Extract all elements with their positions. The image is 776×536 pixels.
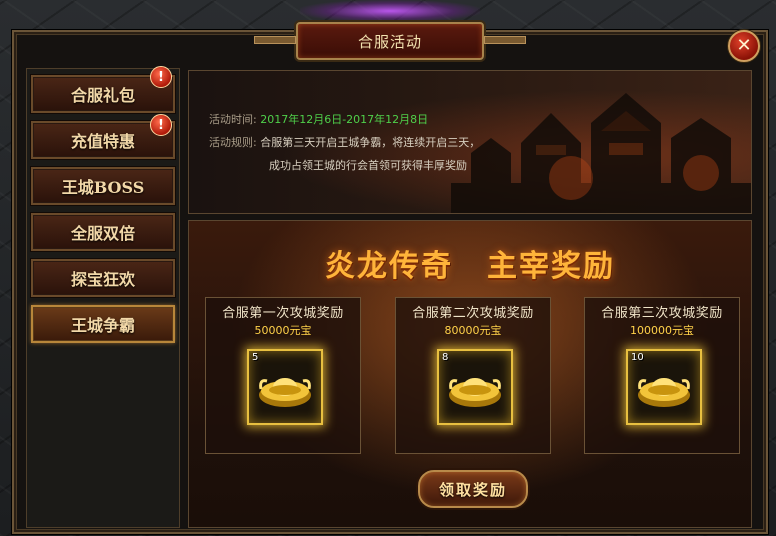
item-count: 10 bbox=[631, 352, 644, 363]
reward-card: 合服第二次攻城奖励 80000元宝 8 bbox=[395, 297, 551, 454]
event-rule-row: 活动规则: 合服第三天开启王城争霸，将连续开启三天， bbox=[209, 134, 480, 150]
reward-banner-title: 炎龙传奇 主宰奖励 bbox=[189, 241, 751, 285]
event-rule-line1: 合服第三天开启王城争霸，将连续开启三天， bbox=[260, 136, 481, 149]
claim-reward-label: 领取奖励 bbox=[438, 480, 507, 499]
reward-card: 合服第三次攻城奖励 100000元宝 10 bbox=[584, 297, 740, 454]
sidebar-item-label: 合服礼包 bbox=[70, 86, 135, 105]
reward-card-amount: 50000元宝 bbox=[254, 324, 312, 337]
sidebar-item-server-double[interactable]: 全服双倍 bbox=[31, 213, 175, 251]
close-button[interactable]: ✕ bbox=[728, 30, 760, 62]
reward-card-title: 合服第三次攻城奖励 bbox=[601, 306, 723, 321]
gold-ingot-icon bbox=[259, 378, 311, 407]
event-time-value: 2017年12月6日-2017年12月8日 bbox=[260, 113, 429, 126]
alert-badge-icon: ! bbox=[150, 66, 172, 88]
reward-card-title: 合服第一次攻城奖励 bbox=[222, 306, 344, 321]
item-count: 5 bbox=[252, 352, 259, 363]
event-rule-label: 活动规则: bbox=[209, 136, 257, 149]
sidebar-item-label: 充值特惠 bbox=[70, 132, 135, 151]
sidebar: 合服礼包 充值特惠 王城BOSS 全服双倍 探宝狂欢 王城争霸 bbox=[26, 68, 180, 528]
gold-ingot-icon bbox=[638, 378, 690, 407]
event-info-panel: 活动时间: 2017年12月6日-2017年12月8日 活动规则: 合服第三天开… bbox=[188, 70, 752, 214]
reward-card-amount: 100000元宝 bbox=[630, 324, 694, 337]
sidebar-item-city-boss[interactable]: 王城BOSS bbox=[31, 167, 175, 205]
sidebar-item-label: 王城争霸 bbox=[70, 316, 135, 335]
reward-title-part1: 炎龙传奇 bbox=[325, 249, 453, 284]
close-icon: ✕ bbox=[736, 35, 752, 56]
reward-item-slot[interactable]: 5 bbox=[247, 349, 323, 425]
event-time-row: 活动时间: 2017年12月6日-2017年12月8日 bbox=[209, 111, 428, 127]
gold-ingot-icon bbox=[449, 378, 501, 407]
window-title: 合服活动 bbox=[357, 32, 422, 51]
reward-item-slot[interactable]: 10 bbox=[626, 349, 702, 425]
sidebar-item-label: 王城BOSS bbox=[61, 178, 145, 197]
reward-panel: 炎龙传奇 主宰奖励 合服第一次攻城奖励 50000元宝 5 合服第二次攻城奖励 8… bbox=[188, 220, 752, 528]
event-time-label: 活动时间: bbox=[209, 113, 257, 126]
alert-badge-icon: ! bbox=[150, 114, 172, 136]
item-count: 8 bbox=[442, 352, 449, 363]
window-title-bar: 合服活动 bbox=[254, 22, 526, 60]
sidebar-item-label: 探宝狂欢 bbox=[70, 270, 135, 289]
top-glow-decoration bbox=[300, 0, 480, 22]
reward-card-title: 合服第二次攻城奖励 bbox=[412, 306, 534, 321]
reward-title-part2: 主宰奖励 bbox=[487, 249, 615, 284]
reward-card: 合服第一次攻城奖励 50000元宝 5 bbox=[205, 297, 361, 454]
sidebar-item-label: 全服双倍 bbox=[70, 224, 135, 243]
sidebar-item-city-siege[interactable]: 王城争霸 bbox=[31, 305, 175, 343]
sidebar-item-treasure-hunt[interactable]: 探宝狂欢 bbox=[31, 259, 175, 297]
reward-card-amount: 80000元宝 bbox=[444, 324, 502, 337]
claim-reward-button[interactable]: 领取奖励 bbox=[418, 470, 528, 508]
event-rule-line2: 成功占领王城的行会首领可获得丰厚奖励 bbox=[269, 159, 467, 172]
reward-item-slot[interactable]: 8 bbox=[437, 349, 513, 425]
castle-illustration bbox=[451, 93, 751, 213]
